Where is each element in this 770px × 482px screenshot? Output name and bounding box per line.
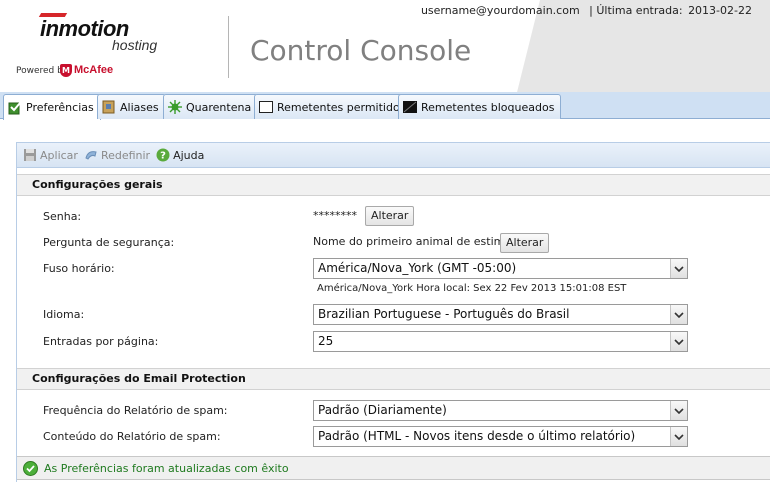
- tab-blocked-senders[interactable]: Remetentes bloqueados: [398, 94, 562, 119]
- email-protection-header: Configurações do Email Protection: [17, 368, 770, 390]
- toolbar: Aplicar Redefinir ? Ajuda: [17, 142, 770, 168]
- timezone-local-time: América/Nova_York Hora local: Sex 22 Fev…: [317, 283, 627, 294]
- tab-label: Remetentes bloqueados: [421, 100, 555, 114]
- tab-label: Preferências: [26, 101, 94, 114]
- timezone-select[interactable]: América/Nova_York (GMT -05:00): [313, 258, 688, 279]
- language-label: Idioma:: [43, 308, 85, 321]
- security-question-value: Nome do primeiro animal de estimação: [313, 235, 531, 248]
- partner-logo: McAfee: [74, 64, 114, 76]
- spam-report-frequency-label: Frequência do Relatório de spam:: [43, 404, 228, 417]
- page-title: Control Console: [250, 34, 472, 67]
- entries-per-page-value: 25: [318, 334, 334, 348]
- reset-label: Redefinir: [100, 148, 151, 162]
- spam-report-frequency-value: Padrão (Diariamente): [318, 403, 447, 417]
- entries-per-page-label: Entradas por página:: [43, 335, 159, 348]
- help-icon: ?: [156, 148, 170, 162]
- chevron-down-icon: [670, 332, 687, 351]
- security-question-label: Pergunta de segurança:: [43, 236, 175, 249]
- tab-allowed-senders[interactable]: Remetentes permitidos: [254, 94, 413, 119]
- status-message: As Preferências foram atualizadas com êx…: [44, 461, 289, 475]
- header: inmotion hosting Powered by M McAfee Con…: [0, 0, 770, 92]
- reset-icon: [84, 148, 98, 162]
- spam-report-content-label: Conteúdo do Relatório de spam:: [43, 430, 221, 443]
- help-button[interactable]: ? Ajuda: [156, 148, 204, 162]
- chevron-down-icon: [670, 401, 687, 420]
- tab-label: Aliases: [120, 100, 159, 114]
- blocked-senders-icon: [403, 100, 417, 114]
- last-login-value: 2013-02-22: [688, 4, 752, 17]
- language-value: Brazilian Portuguese - Português do Bras…: [318, 307, 570, 321]
- spam-report-content-value: Padrão (HTML - Novos itens desde o últim…: [318, 429, 636, 443]
- tab-quarantine[interactable]: Quarentena: [163, 94, 259, 119]
- last-login-label: | Última entrada:: [589, 4, 683, 17]
- aliases-icon: [102, 100, 116, 114]
- mcafee-shield-icon: M: [60, 64, 72, 77]
- general-settings-header: Configurações gerais: [17, 174, 770, 196]
- preferences-icon: [8, 101, 22, 115]
- status-bar: As Preferências foram atualizadas com êx…: [17, 456, 770, 480]
- tab-label: Quarentena: [186, 100, 252, 114]
- success-check-icon: [23, 460, 38, 476]
- allowed-senders-icon: [259, 100, 273, 114]
- header-divider: [228, 16, 229, 78]
- apply-button[interactable]: Aplicar: [23, 148, 78, 162]
- quarantine-icon: [168, 100, 182, 114]
- spam-report-frequency-select[interactable]: Padrão (Diariamente): [313, 400, 688, 421]
- chevron-down-icon: [670, 305, 687, 324]
- user-info: username@yourdomain.com | Última entrada…: [421, 4, 752, 17]
- spam-report-content-select[interactable]: Padrão (HTML - Novos itens desde o últim…: [313, 426, 688, 447]
- timezone-value: América/Nova_York (GMT -05:00): [318, 261, 517, 275]
- save-icon: [23, 148, 37, 162]
- language-select[interactable]: Brazilian Portuguese - Português do Bras…: [313, 304, 688, 325]
- reset-button[interactable]: Redefinir: [84, 148, 150, 162]
- tab-preferences[interactable]: Preferências: [3, 94, 101, 120]
- chevron-down-icon: [670, 427, 687, 446]
- preferences-panel: Aplicar Redefinir ? Ajuda Configurações …: [16, 142, 770, 482]
- tab-bar: Preferências Aliases Quarentena Remetent…: [0, 92, 770, 120]
- tab-label: Remetentes permitidos: [277, 100, 406, 114]
- password-value: ********: [313, 209, 357, 222]
- brand-sub: hosting: [112, 37, 158, 53]
- help-label: Ajuda: [173, 148, 205, 162]
- chevron-down-icon: [670, 259, 687, 278]
- change-security-question-button[interactable]: Alterar: [500, 233, 550, 253]
- timezone-label: Fuso horário:: [43, 262, 115, 275]
- username: username@yourdomain.com: [420, 4, 580, 17]
- apply-label: Aplicar: [40, 148, 78, 162]
- svg-text:?: ?: [160, 151, 166, 162]
- change-password-button[interactable]: Alterar: [365, 206, 415, 226]
- entries-per-page-select[interactable]: 25: [313, 331, 688, 352]
- password-label: Senha:: [43, 210, 82, 223]
- tab-aliases[interactable]: Aliases: [97, 94, 166, 119]
